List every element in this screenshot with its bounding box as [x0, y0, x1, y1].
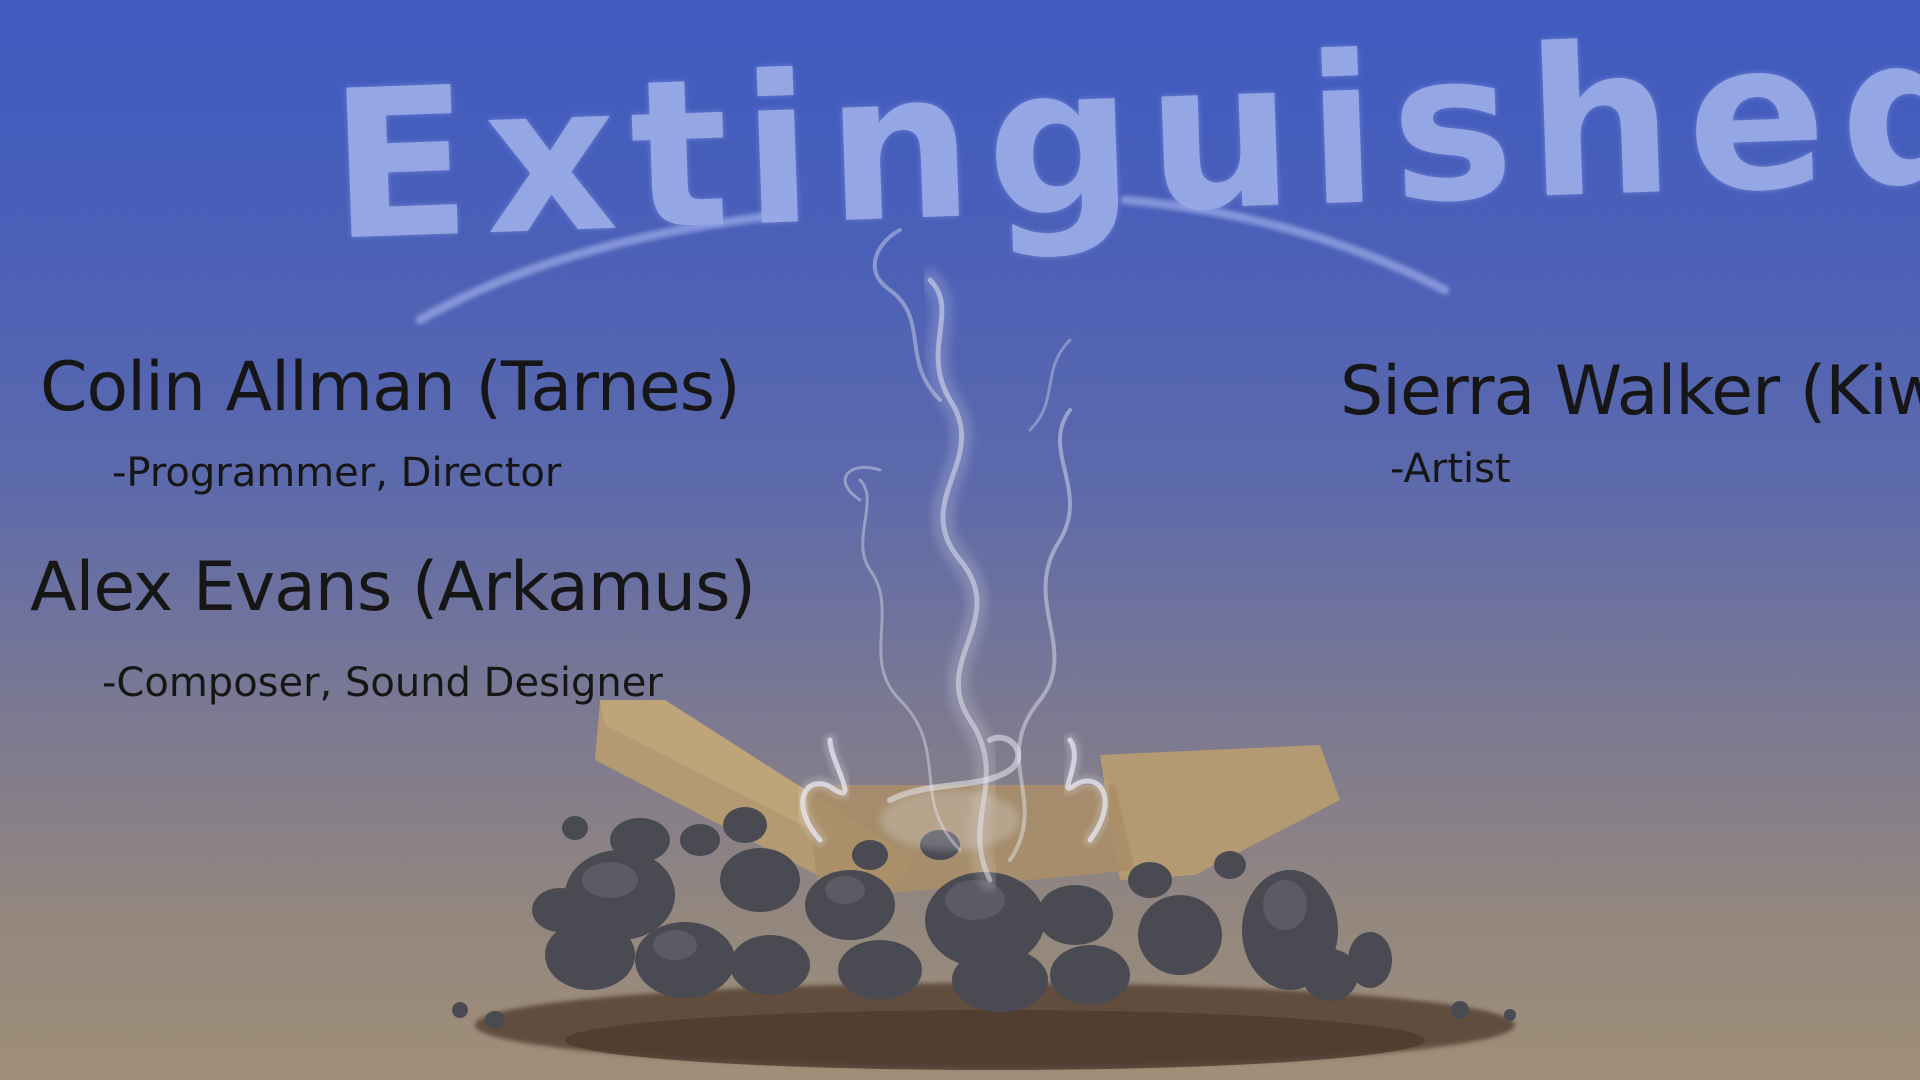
game-title: Extinguished: [326, 0, 1920, 287]
credit-name-alex: Alex Evans (Arkamus): [30, 548, 756, 627]
credit-role-sierra: -Artist: [1390, 446, 1511, 492]
credit-role-alex: -Composer, Sound Designer: [102, 660, 663, 706]
smoke: [795, 228, 1113, 891]
credit-name-sierra: Sierra Walker (Kiwi): [1340, 352, 1920, 431]
credit-name-colin: Colin Allman (Tarnes): [40, 348, 741, 427]
credit-role-colin: -Programmer, Director: [112, 450, 562, 496]
